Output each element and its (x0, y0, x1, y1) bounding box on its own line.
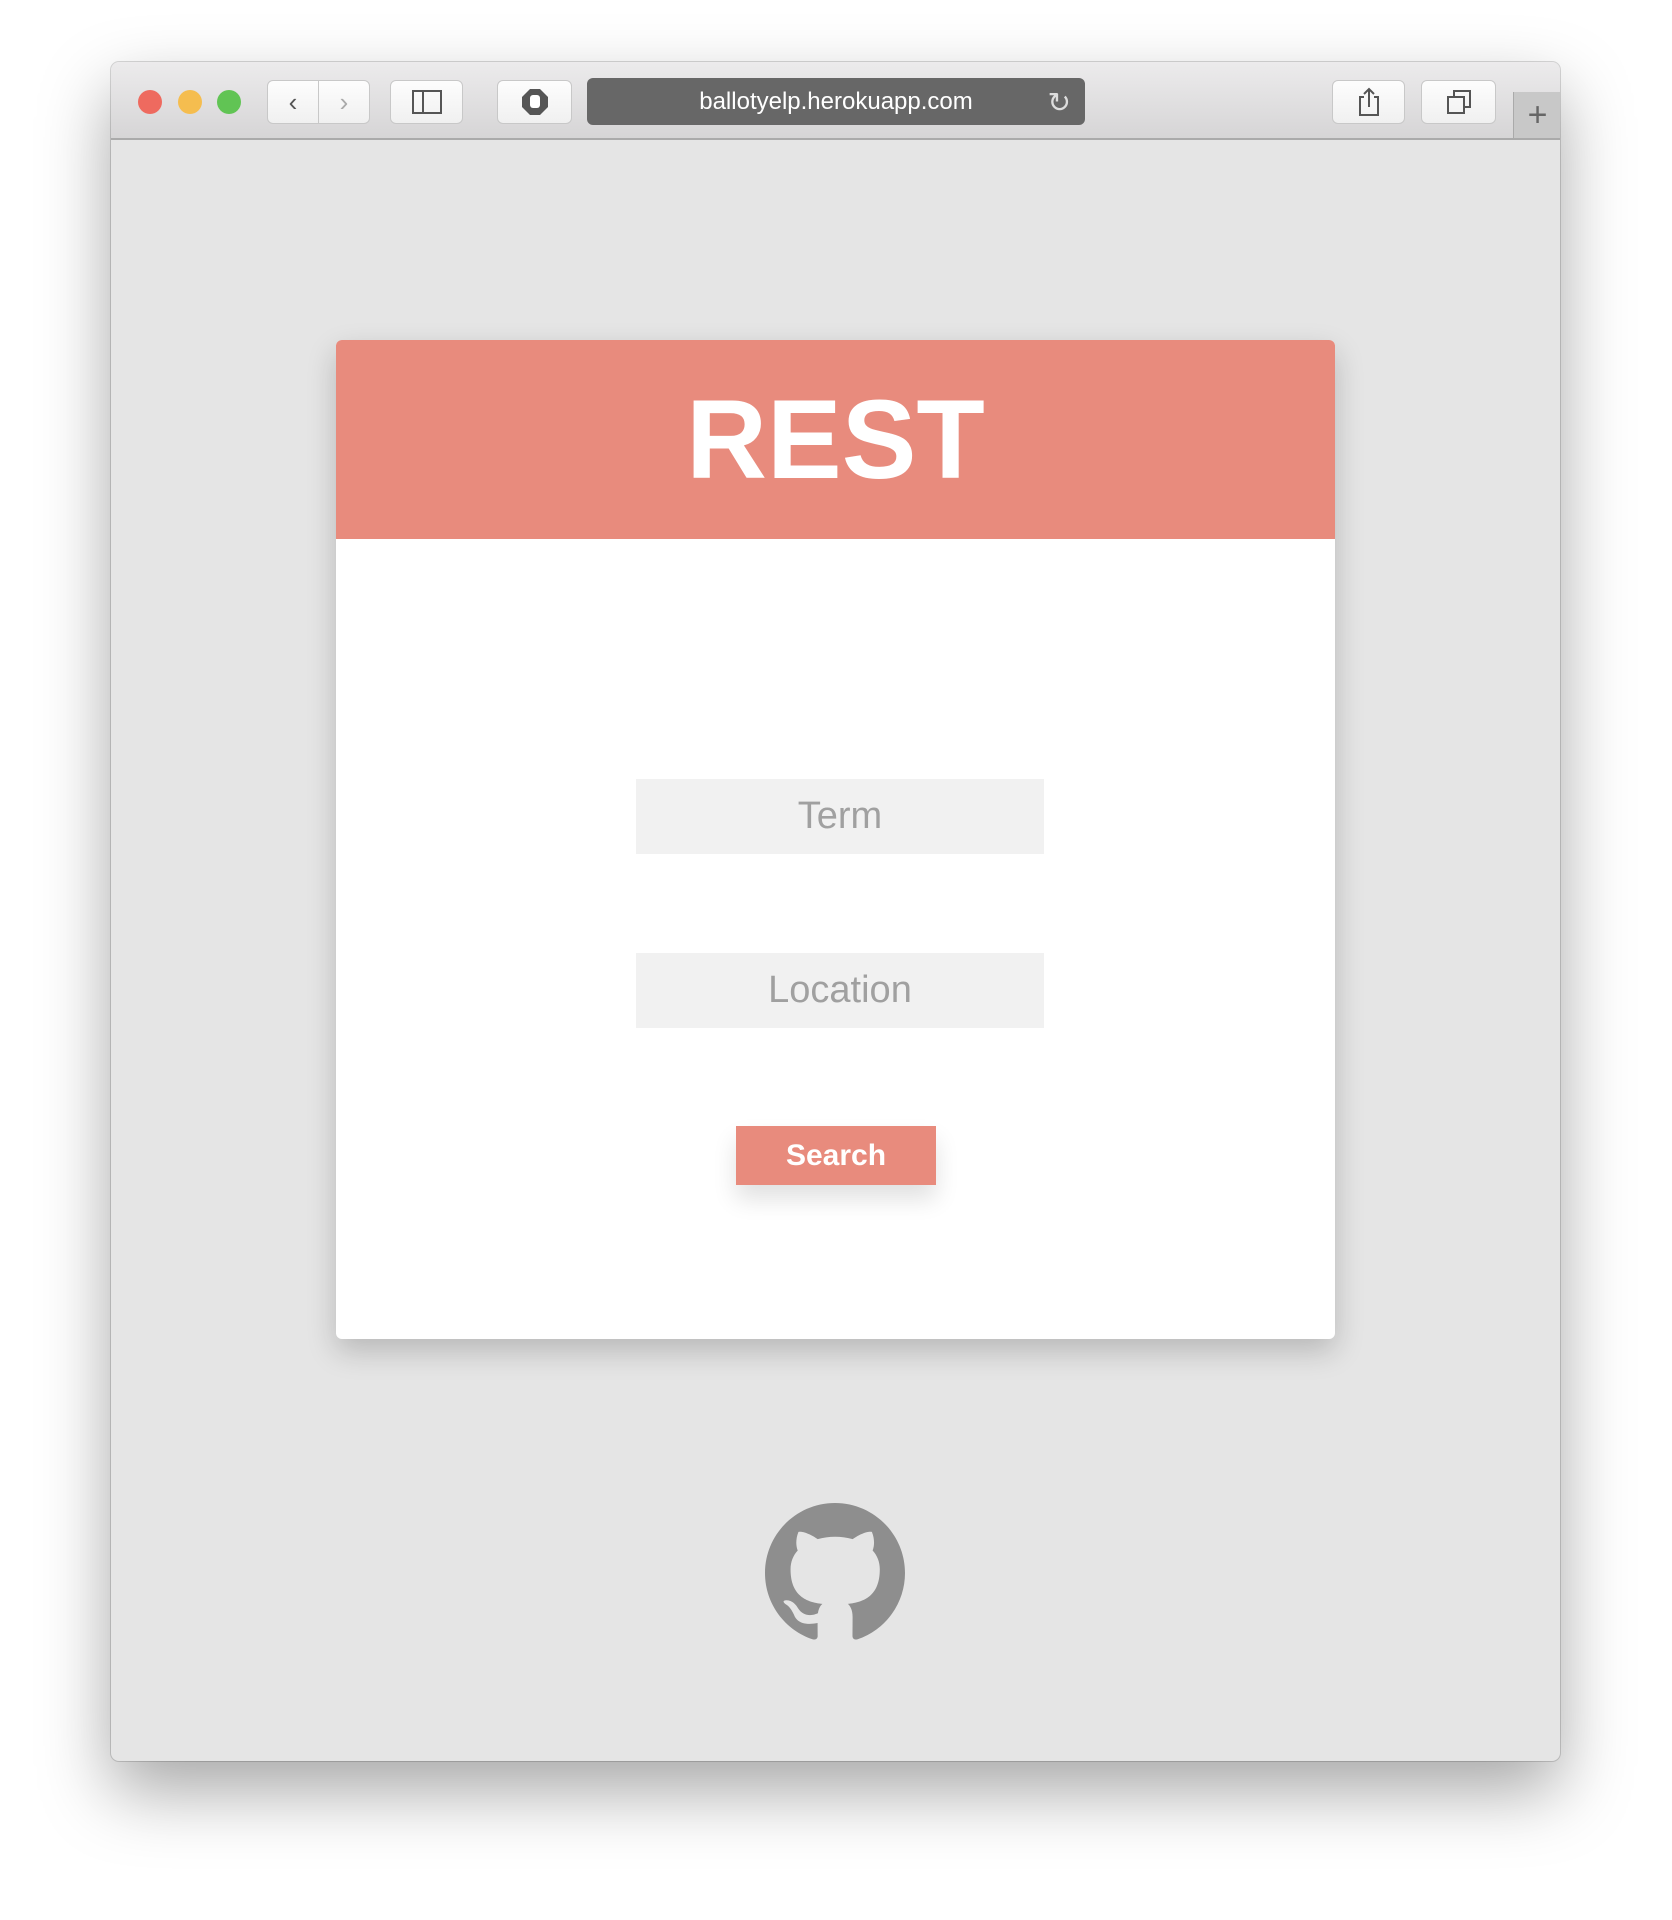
share-icon (1358, 87, 1379, 116)
plus-icon: + (1527, 95, 1548, 134)
address-bar[interactable]: ballotyelp.herokuapp.com ↻ (587, 78, 1085, 125)
tabs-icon (1446, 90, 1471, 114)
url-text: ballotyelp.herokuapp.com (699, 87, 973, 115)
app-title: REST (686, 377, 985, 502)
sidebar-icon (411, 90, 442, 114)
sidebar-button[interactable] (390, 80, 463, 124)
minimize-window-button[interactable] (178, 90, 202, 114)
chevron-left-icon: ‹ (288, 86, 298, 117)
browser-toolbar: ‹ › ballotyelp.herokuapp.com ↻ + (111, 62, 1560, 140)
github-icon[interactable] (765, 1503, 905, 1643)
reload-icon[interactable]: ↻ (1048, 86, 1071, 119)
app-header: REST (336, 340, 1335, 539)
chevron-right-icon: › (339, 86, 349, 117)
hand-stop-icon (521, 89, 548, 115)
term-input[interactable] (636, 779, 1044, 854)
maximize-window-button[interactable] (217, 90, 241, 114)
new-tab-button[interactable]: + (1513, 92, 1560, 138)
browser-window: ‹ › ballotyelp.herokuapp.com ↻ + REST Se… (111, 62, 1560, 1761)
share-button[interactable] (1332, 80, 1405, 124)
show-tabs-button[interactable] (1421, 80, 1496, 124)
close-window-button[interactable] (138, 90, 162, 114)
location-input[interactable] (636, 953, 1044, 1028)
back-button[interactable]: ‹ (267, 80, 319, 124)
search-card: REST Search (336, 340, 1335, 1339)
search-button[interactable]: Search (736, 1126, 936, 1185)
forward-button[interactable]: › (318, 80, 370, 124)
extension-button[interactable] (497, 80, 572, 124)
